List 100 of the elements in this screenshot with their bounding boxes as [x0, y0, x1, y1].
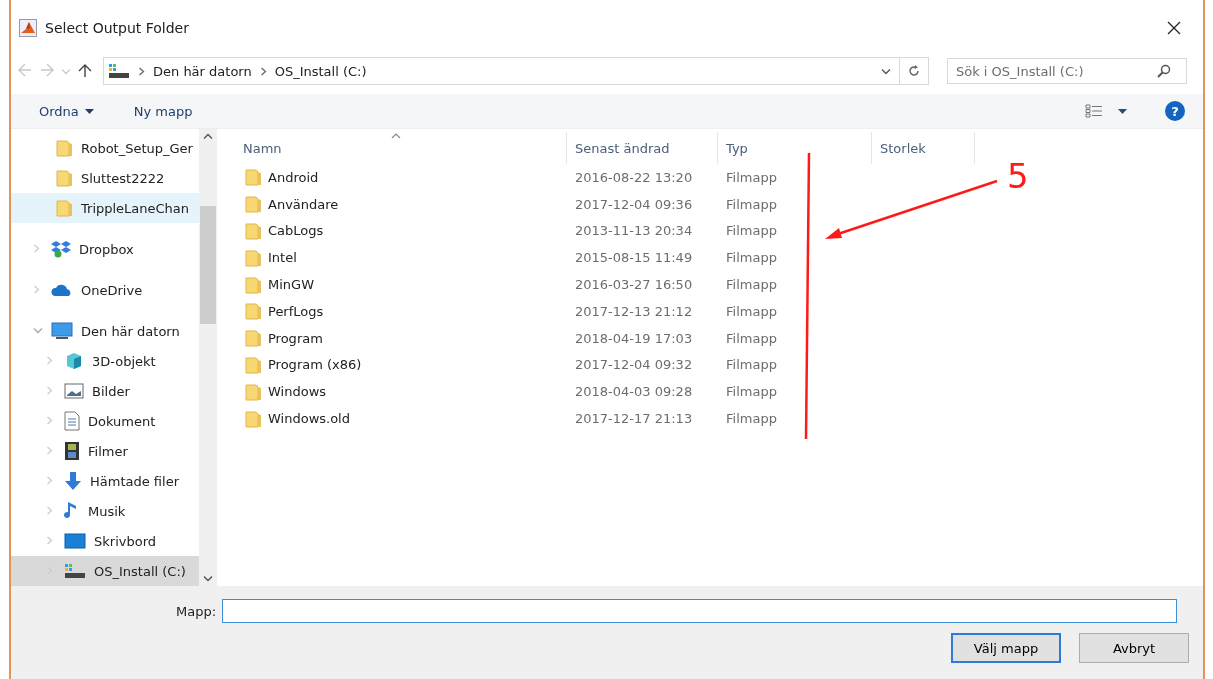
- recent-dropdown-icon[interactable]: [61, 67, 71, 75]
- nav-item[interactable]: Dropbox: [11, 234, 199, 264]
- film-icon: [64, 441, 80, 461]
- nav-item[interactable]: Dokument: [11, 406, 199, 436]
- column-header[interactable]: Senast ändrad: [567, 132, 718, 164]
- chevron-right-icon: [46, 385, 53, 395]
- field-label: Mapp:: [176, 603, 217, 619]
- folder-name-field[interactable]: [222, 599, 1178, 623]
- folder-row-name[interactable]: Intel: [235, 248, 567, 267]
- refresh-icon[interactable]: [907, 64, 921, 78]
- type-cell-text: Filmapp: [725, 277, 778, 293]
- date-cell-text: 2018-04-03 09:28: [574, 384, 694, 400]
- folder-icon: [245, 302, 262, 321]
- view-options-icon[interactable]: [1085, 104, 1129, 118]
- chevron-right-icon: [46, 475, 53, 485]
- download-arrow-icon: [64, 471, 82, 491]
- drive-icon: [64, 563, 86, 579]
- chevron-right-icon: [33, 284, 40, 294]
- folder-icon: [56, 199, 73, 217]
- type-cell-text: Filmapp: [725, 357, 778, 373]
- folder-row-name[interactable]: Windows: [235, 382, 567, 401]
- date-cell-text: 2013-11-13 20:34: [574, 223, 694, 239]
- nav-item[interactable]: Bilder: [11, 376, 199, 406]
- breadcrumb[interactable]: OS_Install (C:): [274, 63, 367, 79]
- cloud-icon: [51, 283, 73, 297]
- folder-icon: [245, 168, 262, 187]
- scroll-up-icon[interactable]: [203, 133, 213, 140]
- chevron-right-icon: [33, 243, 40, 253]
- nav-item[interactable]: Hämtade filer: [11, 466, 199, 496]
- search-field[interactable]: Sök i OS_Install (C:): [947, 58, 1187, 84]
- folder-icon: [245, 222, 262, 240]
- folder-icon: [245, 275, 262, 294]
- nav-item[interactable]: OneDrive: [11, 275, 199, 305]
- date-cell-text: 2015-08-15 11:49: [574, 250, 694, 266]
- dropbox-icon: [51, 240, 71, 258]
- column-header[interactable]: Storlek: [872, 132, 975, 164]
- date-cell-text: 2017-12-13 21:12: [574, 303, 694, 319]
- folder-icon: [245, 382, 262, 401]
- help-button[interactable]: ?: [1165, 101, 1185, 121]
- folder-icon: [245, 355, 262, 374]
- breadcrumb-separator-icon: [259, 66, 267, 76]
- date-cell-text: 2016-08-22 13:20: [574, 169, 694, 185]
- nav-item[interactable]: Musik: [11, 496, 199, 526]
- folder-row-name[interactable]: Användare: [235, 195, 567, 214]
- folder-row-name[interactable]: Android: [235, 168, 567, 187]
- folder-row-name[interactable]: PerfLogs: [235, 302, 567, 321]
- chevron-right-icon: [46, 535, 53, 545]
- up-arrow-icon[interactable]: [77, 63, 93, 79]
- document-icon: [64, 411, 80, 431]
- scrollbar-thumb[interactable]: [200, 206, 216, 324]
- search-icon: [1157, 64, 1171, 78]
- folder-icon: [245, 195, 262, 214]
- chevron-right-icon: [46, 355, 53, 365]
- nav-item[interactable]: OS_Install (C:): [11, 556, 199, 586]
- scrollbar[interactable]: [199, 129, 217, 586]
- folder-row-name[interactable]: Windows.old: [235, 409, 567, 428]
- column-header[interactable]: Namn: [235, 132, 567, 164]
- breadcrumb-separator-icon: [138, 66, 145, 76]
- folder-icon: [245, 248, 262, 267]
- nav-item[interactable]: Sluttest2222: [11, 163, 199, 193]
- scroll-down-icon[interactable]: [203, 575, 213, 582]
- folder-row-name[interactable]: CabLogs: [235, 222, 567, 240]
- select-folder-button[interactable]: Välj mapp: [951, 633, 1061, 663]
- chevron-right-icon: [46, 505, 53, 515]
- folder-row-name[interactable]: Program (x86): [235, 355, 567, 374]
- type-cell-text: Filmapp: [725, 223, 778, 239]
- cube-icon: [64, 351, 84, 371]
- nav-item[interactable]: Filmer: [11, 436, 199, 466]
- date-cell-text: 2017-12-04 09:32: [574, 357, 694, 373]
- column-header[interactable]: Typ: [718, 132, 872, 164]
- folder-row-name[interactable]: Program: [235, 329, 567, 348]
- nav-item[interactable]: 3D-objekt: [11, 346, 199, 376]
- app-logo-icon: [19, 19, 37, 37]
- date-cell-text: 2017-12-17 21:13: [574, 411, 694, 427]
- desktop-icon: [64, 533, 86, 549]
- monitor-icon: [51, 322, 73, 340]
- new-folder-button[interactable]: Ny mapp: [131, 101, 195, 121]
- cancel-button[interactable]: Avbryt: [1079, 633, 1189, 663]
- nav-item[interactable]: TrippleLaneChan: [11, 193, 199, 223]
- organize-menu-button[interactable]: Ordna: [37, 101, 96, 121]
- type-cell-text: Filmapp: [725, 411, 778, 427]
- type-cell-text: Filmapp: [725, 384, 778, 400]
- nav-item[interactable]: Den här datorn: [11, 316, 199, 346]
- address-dropdown-icon[interactable]: [881, 67, 891, 75]
- type-cell-text: Filmapp: [725, 250, 778, 266]
- type-cell-text: Filmapp: [725, 303, 778, 319]
- address-bar[interactable]: Den här datorn OS_Install (C:): [103, 57, 929, 85]
- nav-item[interactable]: Robot_Setup_Ger: [11, 133, 199, 163]
- folder-icon: [56, 139, 73, 157]
- type-cell-text: Filmapp: [725, 169, 778, 185]
- breadcrumb[interactable]: Den här datorn: [153, 63, 252, 79]
- date-cell-text: 2016-03-27 16:50: [574, 277, 694, 293]
- nav-item[interactable]: Skrivbord: [11, 526, 199, 556]
- window-title: Select Output Folder: [45, 20, 190, 36]
- type-cell-text: Filmapp: [725, 330, 778, 346]
- folder-icon: [245, 409, 262, 428]
- folder-icon: [245, 329, 262, 348]
- folder-icon: [56, 169, 73, 187]
- folder-row-name[interactable]: MinGW: [235, 275, 567, 294]
- annotation-number: 5: [1007, 159, 1029, 193]
